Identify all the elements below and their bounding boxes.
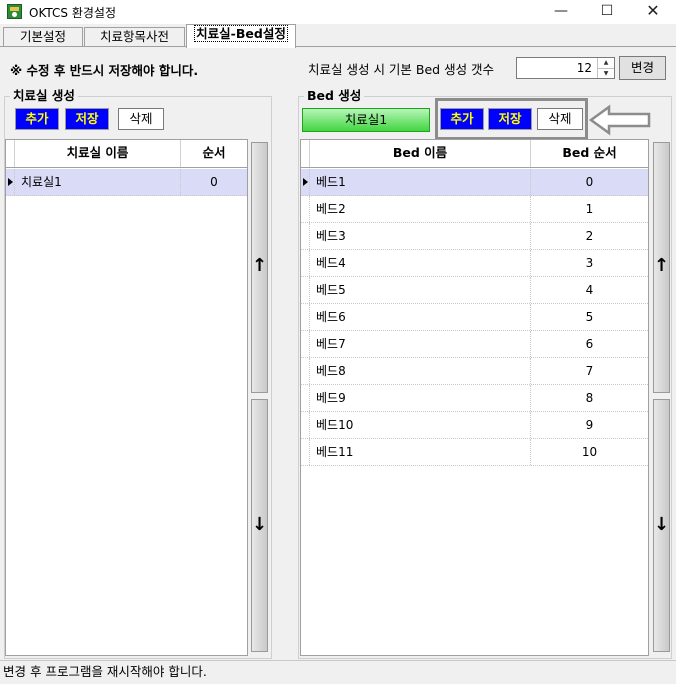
tab-label: 기본설정 [19, 29, 66, 44]
bed-name-cell[interactable]: 베드7 [309, 331, 530, 357]
maximize-button[interactable]: ☐ [584, 0, 630, 24]
bed-name-cell[interactable]: 베드11 [309, 439, 530, 465]
bed-group-title: Bed 생성 [304, 88, 365, 104]
left-arrow-icon [588, 104, 651, 136]
selected-room-button[interactable]: 치료실1 [302, 108, 430, 132]
bed-name-column-header[interactable]: Bed 이름 [309, 140, 530, 167]
table-row[interactable]: 베드4 3 [301, 250, 648, 277]
table-row[interactable]: 베드8 7 [301, 358, 648, 385]
room-grid-header: 치료실 이름 순서 [6, 140, 247, 168]
bed-order-cell[interactable]: 5 [530, 304, 648, 330]
down-arrow-icon: ↓ [252, 514, 268, 535]
change-button[interactable]: 변경 [619, 56, 666, 80]
up-arrow-icon: ↑ [252, 255, 268, 276]
bed-name-cell[interactable]: 베드2 [309, 196, 530, 222]
table-row[interactable]: 베드7 6 [301, 331, 648, 358]
up-arrow-icon: ↑ [654, 255, 670, 276]
bed-name-cell[interactable]: 베드8 [309, 358, 530, 384]
save-notice: ※ 수정 후 반드시 저장해야 합니다. [10, 63, 199, 78]
bed-order-cell[interactable]: 4 [530, 277, 648, 303]
bed-order-cell[interactable]: 7 [530, 358, 648, 384]
default-bed-count-label: 치료실 생성 시 기본 Bed 생성 갯수 [308, 62, 495, 77]
bed-name-cell[interactable]: 베드6 [309, 304, 530, 330]
table-row[interactable]: 베드10 9 [301, 412, 648, 439]
default-bed-count-spinner[interactable]: 12 ▲ ▼ [516, 57, 615, 79]
bed-name-cell[interactable]: 베드9 [309, 385, 530, 411]
bed-order-cell[interactable]: 3 [530, 250, 648, 276]
bed-order-cell[interactable]: 9 [530, 412, 648, 438]
bed-order-column-header[interactable]: Bed 순서 [530, 140, 648, 167]
table-row[interactable]: 베드5 4 [301, 277, 648, 304]
bed-name-cell[interactable]: 베드5 [309, 277, 530, 303]
room-group-title: 치료실 생성 [10, 88, 78, 104]
bed-order-cell[interactable]: 6 [530, 331, 648, 357]
highlight-frame [435, 98, 588, 140]
room-save-button[interactable]: 저장 [65, 108, 109, 130]
tab-label: 치료항목사전 [99, 29, 169, 44]
window-title: OKTCS 환경설정 [29, 6, 116, 20]
bed-order-cell[interactable]: 8 [530, 385, 648, 411]
tab-basic-settings[interactable]: 기본설정 [3, 27, 83, 47]
spin-down-icon[interactable]: ▼ [597, 68, 614, 78]
room-add-button[interactable]: 추가 [15, 108, 59, 130]
app-icon [7, 4, 22, 19]
bed-name-cell[interactable]: 베드3 [309, 223, 530, 249]
table-row[interactable]: 베드6 5 [301, 304, 648, 331]
table-row[interactable]: 치료실1 0 [6, 169, 247, 196]
room-move-up-button[interactable]: ↑ [251, 142, 268, 393]
spin-up-icon[interactable]: ▲ [597, 58, 614, 68]
tab-label: 치료실-Bed설정 [194, 25, 288, 42]
room-order-column-header[interactable]: 순서 [180, 140, 247, 167]
table-row[interactable]: 베드9 8 [301, 385, 648, 412]
down-arrow-icon: ↓ [654, 514, 670, 535]
tab-treatment-dictionary[interactable]: 치료항목사전 [84, 27, 185, 47]
tab-room-bed-settings[interactable]: 치료실-Bed설정 [186, 24, 296, 48]
room-move-down-button[interactable]: ↓ [251, 399, 268, 652]
bed-order-cell[interactable]: 0 [530, 169, 648, 195]
bed-name-cell[interactable]: 베드10 [309, 412, 530, 438]
table-row[interactable]: 베드2 1 [301, 196, 648, 223]
bed-order-cell[interactable]: 2 [530, 223, 648, 249]
status-bar: 변경 후 프로그램을 재시작해야 합니다. [0, 660, 676, 684]
table-row[interactable]: 베드3 2 [301, 223, 648, 250]
bed-name-cell[interactable]: 베드1 [309, 169, 530, 195]
bed-grid[interactable]: Bed 이름 Bed 순서 베드1 0 베드2 1 베드3 2 베드4 3 베드5 4 베드6 5 베드… [300, 139, 649, 656]
room-name-cell[interactable]: 치료실1 [14, 169, 180, 195]
default-bed-count-value[interactable]: 12 [577, 61, 592, 75]
bed-order-cell[interactable]: 1 [530, 196, 648, 222]
room-delete-button[interactable]: 삭제 [118, 108, 164, 130]
tab-strip: 기본설정 치료항목사전 치료실-Bed설정 [0, 24, 676, 48]
table-row[interactable]: 베드11 10 [301, 439, 648, 466]
bed-order-cell[interactable]: 10 [530, 439, 648, 465]
room-name-column-header[interactable]: 치료실 이름 [14, 140, 180, 167]
room-grid[interactable]: 치료실 이름 순서 치료실1 0 [5, 139, 248, 656]
minimize-button[interactable]: — [538, 0, 584, 24]
room-order-cell[interactable]: 0 [180, 169, 247, 195]
bed-move-down-button[interactable]: ↓ [653, 399, 670, 652]
title-bar: OKTCS 환경설정 — ☐ ✕ [0, 0, 676, 24]
table-row[interactable]: 베드1 0 [301, 169, 648, 196]
close-button[interactable]: ✕ [630, 0, 676, 24]
bed-name-cell[interactable]: 베드4 [309, 250, 530, 276]
bed-move-up-button[interactable]: ↑ [653, 142, 670, 393]
bed-grid-header: Bed 이름 Bed 순서 [301, 140, 648, 168]
